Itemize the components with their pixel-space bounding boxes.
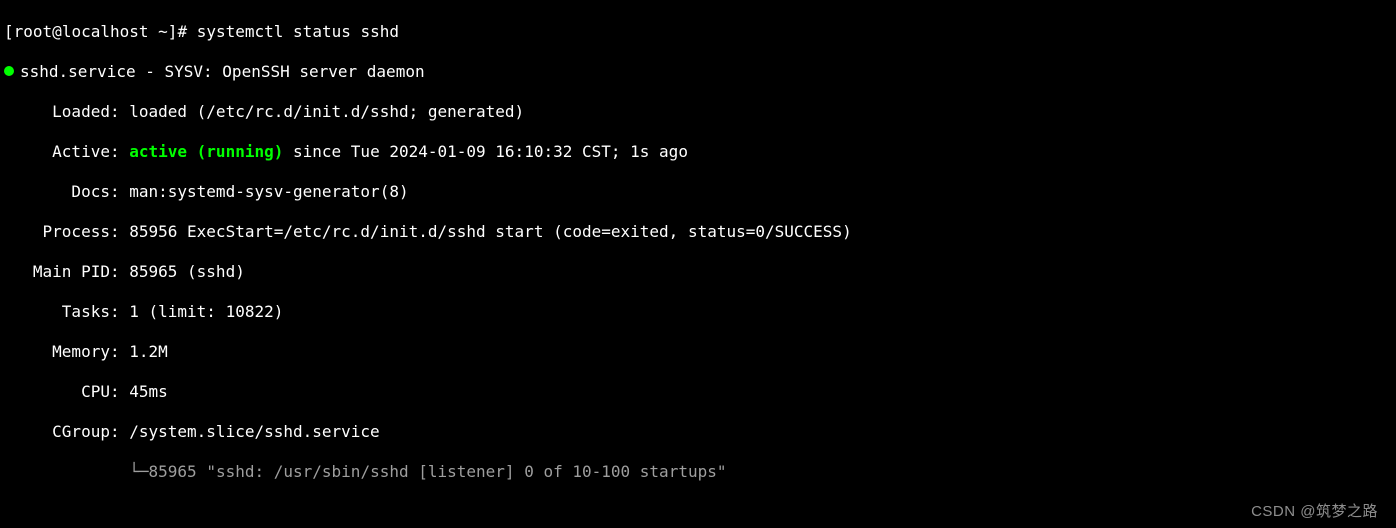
status-dot-icon	[4, 66, 14, 76]
terminal[interactable]: [root@localhost ~]# systemctl status ssh…	[0, 0, 1396, 528]
service-cpu: CPU: 45ms	[4, 382, 1392, 402]
service-header: sshd.service - SYSV: OpenSSH server daem…	[4, 62, 1392, 82]
service-cgroup-child: └─85965 "sshd: /usr/sbin/sshd [listener]…	[4, 462, 1392, 482]
service-memory: Memory: 1.2M	[4, 342, 1392, 362]
service-mainpid: Main PID: 85965 (sshd)	[4, 262, 1392, 282]
active-state: active (running)	[129, 142, 283, 161]
watermark: CSDN @筑梦之路	[1251, 502, 1378, 522]
service-tasks: Tasks: 1 (limit: 10822)	[4, 302, 1392, 322]
service-active: Active: active (running) since Tue 2024-…	[4, 142, 1392, 162]
service-cgroup: CGroup: /system.slice/sshd.service	[4, 422, 1392, 442]
prompt-line-1: [root@localhost ~]# systemctl status ssh…	[4, 22, 1392, 42]
service-loaded: Loaded: loaded (/etc/rc.d/init.d/sshd; g…	[4, 102, 1392, 122]
blank-line	[4, 502, 1392, 522]
service-docs: Docs: man:systemd-sysv-generator(8)	[4, 182, 1392, 202]
service-process: Process: 85956 ExecStart=/etc/rc.d/init.…	[4, 222, 1392, 242]
command-status: systemctl status sshd	[197, 22, 399, 41]
